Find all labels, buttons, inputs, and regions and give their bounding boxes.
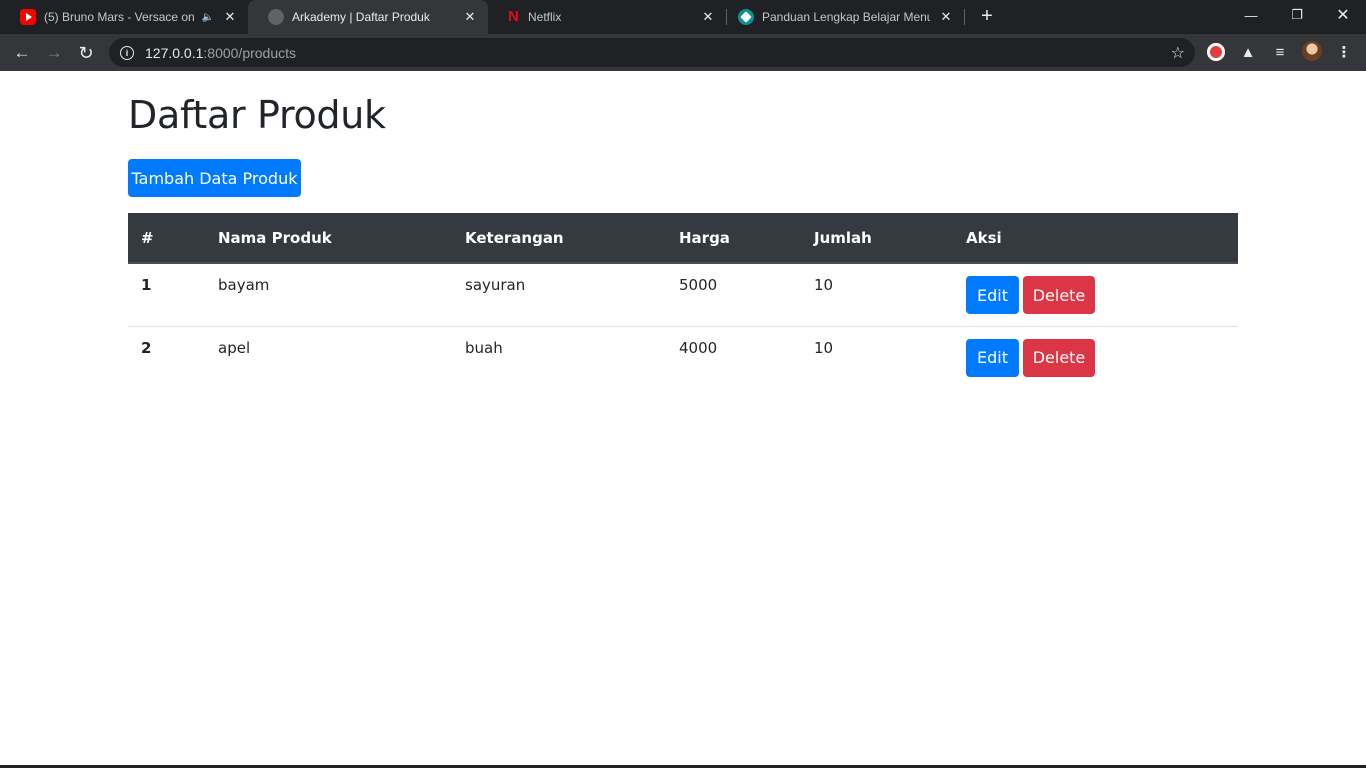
- close-icon[interactable]: ✕: [938, 9, 954, 25]
- media-control-icon[interactable]: ≡: [1270, 42, 1290, 62]
- cell-product-name: apel: [218, 338, 251, 357]
- tab-separator: [964, 9, 965, 25]
- column-header: Nama Produk: [205, 213, 452, 264]
- site-icon: [738, 9, 754, 25]
- tab-title: Arkademy | Daftar Produk: [292, 10, 430, 24]
- extension-icon[interactable]: [1207, 43, 1225, 61]
- tab-netflix[interactable]: N Netflix ✕: [488, 0, 726, 34]
- close-icon[interactable]: ✕: [222, 9, 238, 25]
- page-content: Daftar Produk Tambah Data Produk # Nama …: [128, 71, 1238, 377]
- avatar[interactable]: [1302, 41, 1322, 61]
- restore-icon[interactable]: ❐: [1274, 0, 1320, 30]
- delete-button[interactable]: Delete: [1023, 338, 1095, 377]
- speaker-icon[interactable]: 🔈: [202, 12, 214, 23]
- netflix-icon: N: [508, 8, 519, 25]
- column-header: Keterangan: [452, 213, 666, 264]
- cell-number: 2: [141, 338, 152, 357]
- row-actions: Edit Delete: [966, 276, 1225, 314]
- info-icon[interactable]: i: [120, 45, 134, 60]
- row-actions: Edit Delete: [966, 338, 1225, 377]
- minimize-icon[interactable]: —: [1228, 0, 1274, 30]
- products-table: # Nama Produk Keterangan Harga Jumlah Ak…: [128, 213, 1238, 389]
- table-row: 2 apel buah 4000 10 Edit Delete: [128, 326, 1238, 389]
- column-header: Harga: [666, 213, 801, 264]
- delete-button[interactable]: Delete: [1023, 276, 1095, 314]
- forward-icon[interactable]: →: [40, 39, 68, 67]
- tab-title: Netflix: [528, 10, 562, 24]
- new-tab-icon[interactable]: +: [976, 6, 998, 28]
- page-title: Daftar Produk: [128, 93, 386, 137]
- youtube-icon: [20, 9, 36, 25]
- close-icon[interactable]: ✕: [462, 9, 478, 25]
- tab-arkademy[interactable]: Arkademy | Daftar Produk ✕: [248, 0, 488, 34]
- cell-product-name: bayam: [205, 263, 452, 327]
- globe-icon: [268, 9, 284, 25]
- cell-price: 5000: [666, 263, 801, 327]
- tab-panduan[interactable]: Panduan Lengkap Belajar Menuli ✕: [726, 0, 964, 34]
- back-icon[interactable]: ←: [8, 39, 36, 67]
- edit-button[interactable]: Edit: [966, 276, 1019, 314]
- tab-title: Panduan Lengkap Belajar Menuli: [762, 10, 930, 24]
- tab-title: (5) Bruno Mars - Versace on: [44, 10, 195, 24]
- close-icon[interactable]: ✕: [700, 9, 716, 25]
- tab-youtube[interactable]: (5) Bruno Mars - Versace on 🔈 ✕: [0, 0, 248, 34]
- cell-actions: Edit Delete: [953, 263, 1238, 327]
- cell-number: 1: [128, 263, 205, 327]
- url-host: 127.0.0.1: [145, 44, 204, 61]
- cell-quantity: 10: [801, 263, 953, 327]
- reload-icon[interactable]: ↻: [72, 39, 100, 67]
- browser-tab-strip: (5) Bruno Mars - Versace on 🔈 ✕ Arkademy…: [0, 0, 1366, 34]
- window-close-icon[interactable]: ✕: [1320, 0, 1366, 30]
- url-path: :8000/products: [203, 44, 297, 61]
- table-row: 1 bayam sayuran 5000 10 Edit Delete: [128, 263, 1238, 327]
- cell-description: buah: [465, 338, 503, 357]
- column-header: Jumlah: [801, 213, 953, 264]
- cell-actions: Edit Delete: [953, 326, 1238, 389]
- add-product-button[interactable]: Tambah Data Produk: [128, 159, 301, 197]
- table-header-row: # Nama Produk Keterangan Harga Jumlah Ak…: [128, 213, 1238, 264]
- puzzle-icon[interactable]: ▲: [1238, 42, 1258, 62]
- edit-button[interactable]: Edit: [966, 338, 1019, 377]
- bookmark-star-icon[interactable]: ☆: [1171, 43, 1185, 63]
- browser-toolbar: ← → ↻ i 127.0.0.1:8000/products ☆ ▲ ≡ ⋮: [0, 34, 1366, 71]
- url-text[interactable]: 127.0.0.1:8000/products: [145, 45, 296, 61]
- address-bar[interactable]: i 127.0.0.1:8000/products ☆: [109, 38, 1195, 67]
- menu-icon[interactable]: ⋮: [1334, 42, 1354, 62]
- column-header: Aksi: [953, 213, 1238, 264]
- cell-description: sayuran: [452, 263, 666, 327]
- cell-quantity: 10: [814, 338, 834, 357]
- cell-price: 4000: [679, 338, 718, 357]
- column-header: #: [128, 213, 205, 264]
